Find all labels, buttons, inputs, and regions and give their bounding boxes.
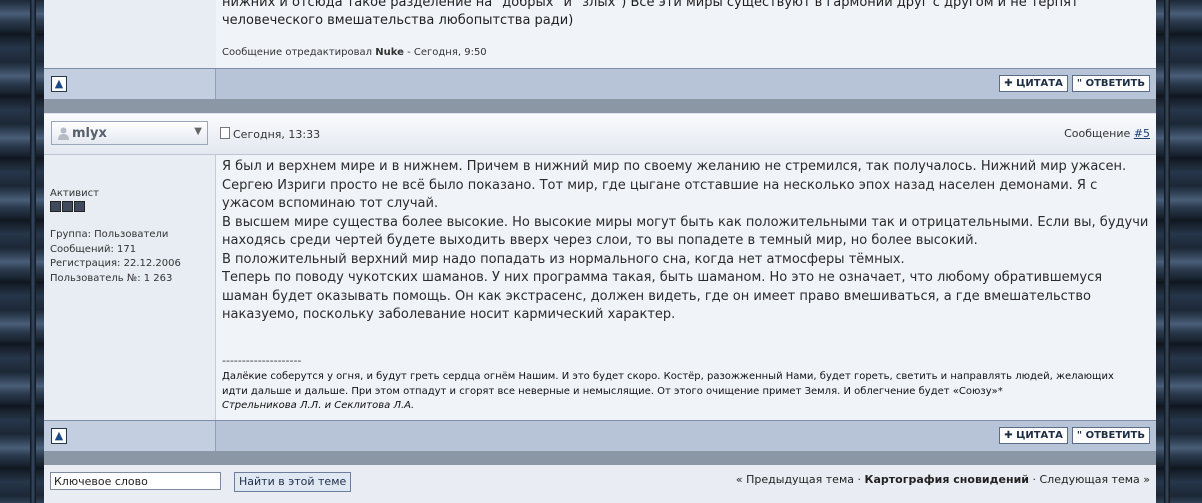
plus-icon: ✚	[1004, 78, 1017, 89]
left-border-decoration	[0, 0, 44, 503]
signature-author: Стрельникова Л.Л. и Секлитова Л.А.	[222, 400, 415, 411]
edit-note-prefix: Сообщение отредактировал	[222, 47, 373, 58]
user-icon	[58, 127, 69, 140]
find-in-topic-button[interactable]: Найти в этой теме	[234, 472, 352, 492]
arrow-up-icon[interactable]: ▲	[51, 428, 67, 444]
nav-dot: ·	[1032, 473, 1036, 486]
post-date: Сегодня, 13:33	[220, 127, 320, 141]
right-border-decoration	[1156, 0, 1202, 503]
signature-text: Далёкие соберутся у огня, и будут греть …	[222, 371, 1114, 397]
topic-navigation: « Предыдущая тема · Картография сновиден…	[736, 473, 1150, 486]
signature-separator: --------------------	[222, 354, 302, 367]
next-topic-link[interactable]: Следующая тема »	[1039, 473, 1150, 486]
post-paragraph: В высшем мире существа более высокие. Но…	[222, 214, 1149, 249]
rank-pip	[74, 201, 85, 212]
post-actions: ✚ ЦИТАТА " ОТВЕТИТЬ	[999, 427, 1150, 444]
arrow-up-icon[interactable]: ▲	[51, 76, 67, 92]
post-paragraph: В положительный верхний мир надо попадат…	[222, 251, 905, 267]
reply-button[interactable]: " ОТВЕТИТЬ	[1071, 427, 1150, 444]
edit-note-time: - Сегодня, 9:50	[407, 47, 487, 58]
nav-dot: ·	[857, 473, 862, 486]
rank-pip	[50, 201, 61, 212]
chevron-down-icon: ▼	[194, 126, 202, 137]
user-group: Группа: Пользователи	[50, 229, 169, 240]
post-text: Я был и верхнем мире и в нижнем. Причем …	[222, 158, 1150, 325]
edit-note-author: Nuke	[375, 47, 404, 58]
post-number-link[interactable]: #5	[1134, 127, 1150, 140]
reply-button[interactable]: " ОТВЕТИТЬ	[1071, 75, 1150, 92]
post-paragraph: Теперь по поводу чукотских шаманов. У ни…	[222, 270, 1103, 322]
action-bar-left-cell: ▲	[44, 421, 216, 451]
search-input[interactable]: Ключевое слово	[50, 472, 221, 490]
edit-note: Сообщение отредактировал Nuke - Сегодня,…	[222, 47, 487, 58]
plus-icon: ✚	[1004, 430, 1017, 441]
quote-marks-icon: "	[1076, 78, 1086, 89]
post-action-bar: ▲ ✚ ЦИТАТА " ОТВЕТИТЬ	[44, 420, 1156, 452]
action-bar-left-cell: ▲	[44, 69, 216, 99]
user-registered: Регистрация: 22.12.2006	[50, 258, 181, 269]
post-header: mlyx ▼ Сегодня, 13:33 Сообщение #5	[44, 114, 1156, 155]
post-paragraph: Я был и верхнем мире и в нижнем. Причем …	[222, 159, 1127, 211]
prev-topic-link[interactable]: « Предыдущая тема	[736, 473, 854, 486]
quote-button[interactable]: ✚ ЦИТАТА	[999, 75, 1068, 92]
user-info-panel: Активист Группа: Пользователи Сообщений:…	[44, 155, 216, 420]
forum-topic-view: нижних и отсюда такое разделение на "доб…	[44, 0, 1156, 503]
user-menu-dropdown[interactable]: mlyx ▼	[51, 121, 208, 145]
post-body: Я был и верхнем мире и в нижнем. Причем …	[216, 155, 1156, 420]
user-number: Пользователь №: 1 263	[50, 272, 173, 284]
signature: Далёкие соберутся у огня, и будут греть …	[222, 370, 1122, 414]
user-messages: Сообщений: 171	[50, 243, 137, 255]
document-icon	[220, 127, 230, 139]
user-rank: Активист	[50, 188, 99, 199]
quote-button[interactable]: ✚ ЦИТАТА	[999, 427, 1068, 444]
quote-marks-icon: "	[1076, 430, 1086, 441]
user-meta: Группа: Пользователи Сообщений: 171 Реги…	[50, 228, 181, 286]
topic-footer: Ключевое слово Найти в этой теме « Преды…	[44, 465, 1156, 503]
previous-post-action-bar: ▲ ✚ ЦИТАТА " ОТВЕТИТЬ	[44, 68, 1156, 100]
current-topic-title: Картография сновидений	[864, 473, 1029, 486]
post-actions: ✚ ЦИТАТА " ОТВЕТИТЬ	[999, 75, 1150, 92]
rank-pips	[50, 201, 85, 212]
post-separator	[44, 451, 1156, 465]
username: mlyx	[72, 126, 107, 141]
rank-pip	[62, 201, 73, 212]
previous-post-text: нижних и отсюда такое разделение на "доб…	[222, 0, 1079, 28]
post-number: Сообщение #5	[1064, 127, 1150, 140]
post-separator	[44, 99, 1156, 113]
